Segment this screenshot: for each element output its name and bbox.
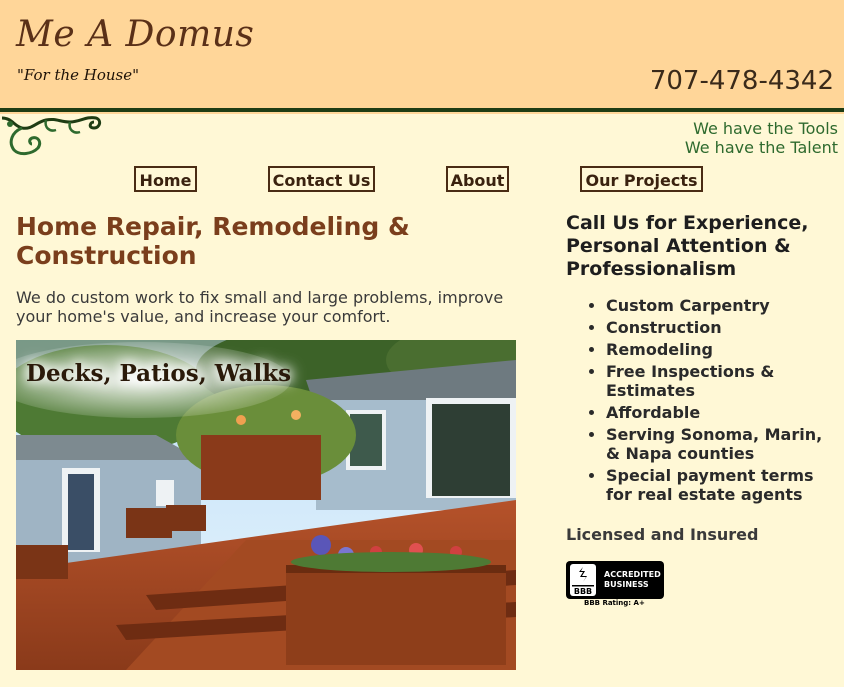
sidebar-heading: Call Us for Experience, Personal Attenti… [566, 212, 809, 280]
list-item: Construction [606, 318, 836, 337]
bbb-badge-box: BBB ACCREDITED BUSINESS [566, 561, 664, 599]
list-item: Affordable [606, 403, 836, 422]
nav-contact-button[interactable]: Contact Us [268, 166, 375, 192]
slogan-tools: We have the Tools [693, 119, 838, 138]
phone-number[interactable]: 707-478-4342 [650, 66, 834, 96]
bbb-seal-text: BBB [574, 587, 592, 596]
slogan-talent: We have the Talent [684, 138, 838, 157]
deck-photo: Decks, Patios, Walks [16, 340, 516, 670]
site-title[interactable]: Me A Domus [16, 14, 254, 55]
nav-home-button[interactable]: Home [134, 166, 197, 192]
nav-about-button[interactable]: About [446, 166, 509, 192]
intro-text: We do custom work to fix small and large… [16, 288, 504, 326]
bbb-rating: BBB Rating: A+ [584, 599, 645, 607]
main-nav: Home Contact Us About Our Projects [0, 166, 844, 196]
nav-projects-button[interactable]: Our Projects [580, 166, 703, 192]
features-list: Custom Carpentry Construction Remodeling… [566, 296, 836, 507]
site-tagline: "For the House" [17, 66, 140, 84]
list-item: Free Inspections & Estimates [606, 362, 836, 400]
list-item: Serving Sonoma, Marin, & Napa counties [606, 425, 836, 463]
scroll-flourish-icon [1, 116, 102, 156]
header-divider-accent [0, 112, 844, 114]
bbb-accredited-text: ACCREDITED BUSINESS [604, 570, 661, 590]
list-item: Special payment terms for real estate ag… [606, 466, 836, 504]
photo-caption: Decks, Patios, Walks [26, 360, 292, 387]
licensed-text: Licensed and Insured [566, 525, 759, 544]
bbb-seal-icon: BBB [570, 564, 596, 596]
list-item: Remodeling [606, 340, 836, 359]
main-heading: Home Repair, Remodeling & Construction [16, 212, 410, 270]
bbb-line1: ACCREDITED [604, 570, 661, 579]
deck-photo-illustration [16, 340, 516, 670]
bbb-badge[interactable]: BBB ACCREDITED BUSINESS BBB Rating: A+ [566, 561, 666, 607]
bbb-line2: BUSINESS [604, 580, 649, 589]
site-header: Me A Domus "For the House" 707-478-4342 [0, 0, 844, 108]
list-item: Custom Carpentry [606, 296, 836, 315]
slogans: We have the Tools We have the Talent [685, 119, 838, 157]
